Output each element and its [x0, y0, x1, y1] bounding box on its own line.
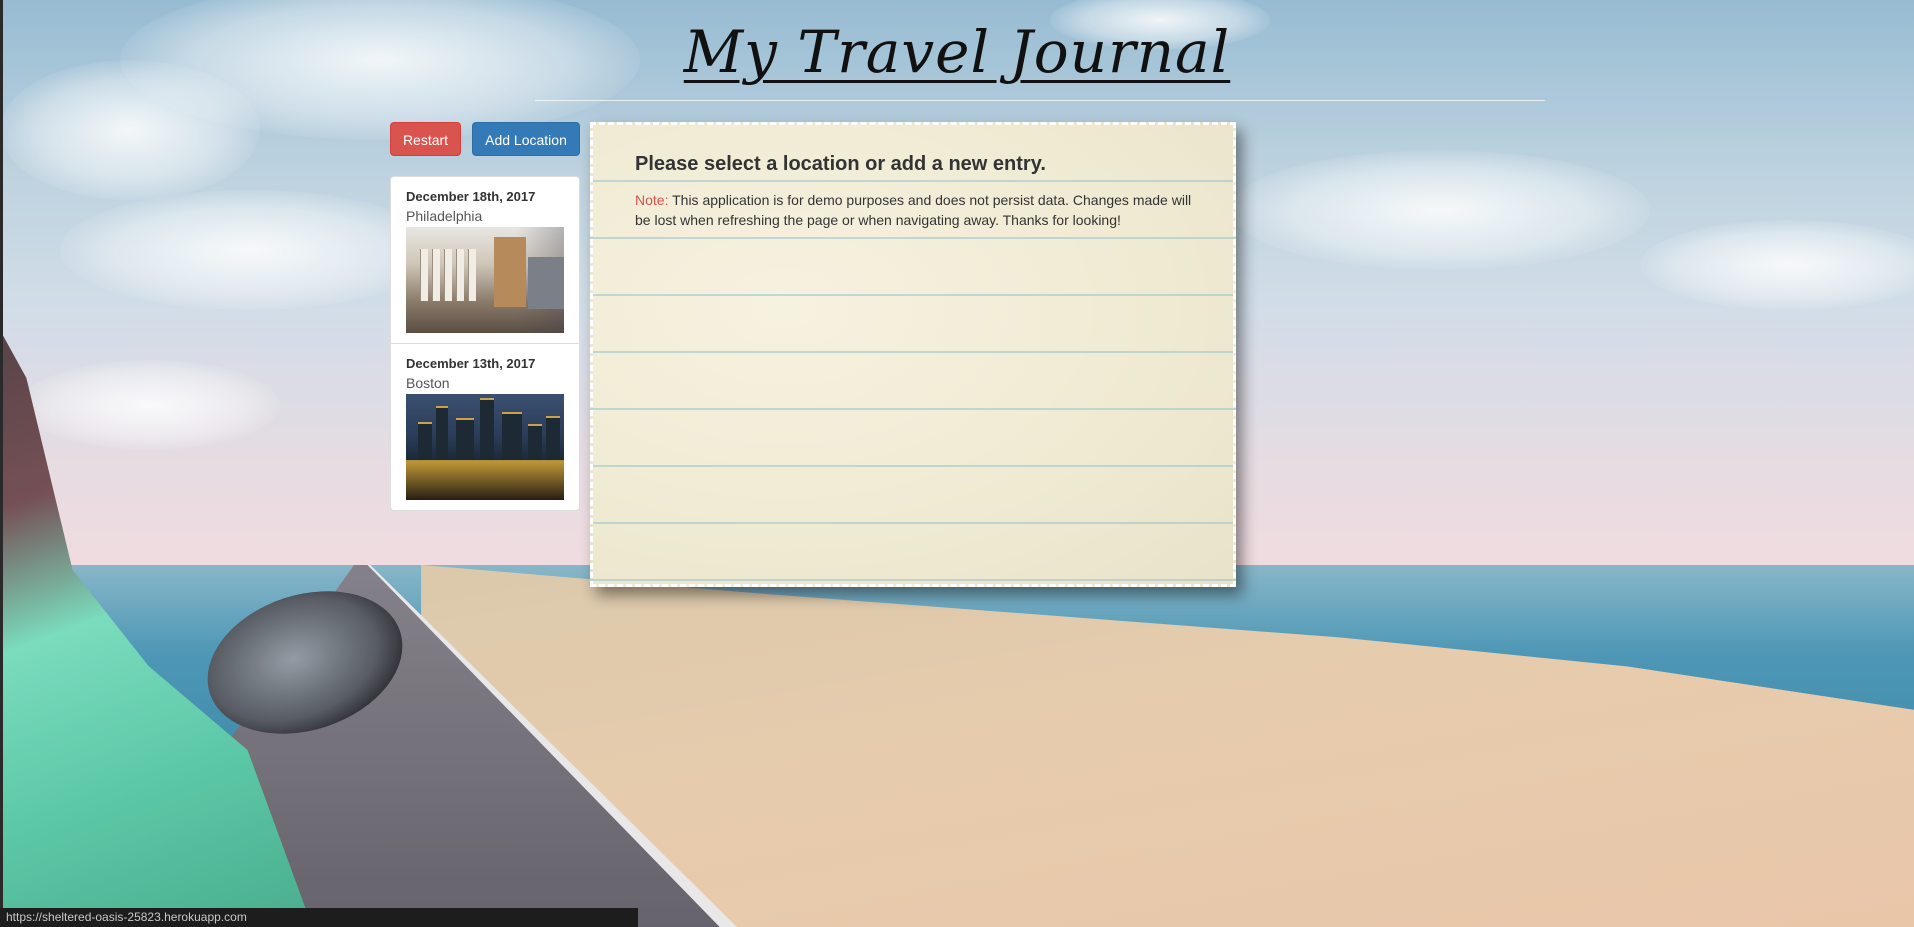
photo-detail [456, 418, 474, 460]
note-text: This application is for demo purposes an… [635, 192, 1192, 228]
photo-detail [420, 249, 428, 301]
location-entry-philadelphia[interactable]: December 18th, 2017 Philadelphia [391, 177, 579, 344]
status-bar-url: https://sheltered-oasis-25823.herokuapp.… [0, 908, 638, 927]
journal-panel: Please select a location or add a new en… [590, 122, 1236, 587]
demo-note: Note: This application is for demo purpo… [635, 190, 1195, 230]
philadelphia-photo [406, 227, 564, 333]
photo-detail [480, 398, 494, 460]
photo-detail [436, 406, 448, 460]
note-label: Note: [635, 192, 669, 208]
photo-detail [444, 249, 452, 301]
add-location-button[interactable]: Add Location [472, 122, 580, 156]
entry-date: December 18th, 2017 [406, 189, 536, 204]
photo-detail [406, 460, 564, 500]
photo-detail [456, 249, 464, 301]
entry-city: Philadelphia [406, 208, 483, 224]
photo-detail [432, 249, 440, 301]
location-list: December 18th, 2017 Philadelphia Decembe… [390, 176, 580, 511]
photo-detail [494, 237, 526, 307]
photo-detail [528, 424, 542, 460]
panel-heading: Please select a location or add a new en… [635, 153, 1046, 175]
photo-detail [546, 416, 560, 460]
page-title: My Travel Journal [0, 18, 1914, 86]
page-title-text: My Travel Journal [683, 18, 1231, 86]
entry-city: Boston [406, 375, 450, 391]
photo-detail [528, 257, 564, 309]
photo-detail [418, 422, 432, 460]
photo-detail [468, 249, 476, 301]
location-entry-boston[interactable]: December 13th, 2017 Boston [391, 344, 579, 510]
title-divider [535, 100, 1545, 101]
boston-photo [406, 394, 564, 500]
photo-detail [502, 412, 522, 460]
restart-button[interactable]: Restart [390, 122, 461, 156]
entry-date: December 13th, 2017 [406, 356, 536, 371]
window-edge [0, 0, 3, 927]
